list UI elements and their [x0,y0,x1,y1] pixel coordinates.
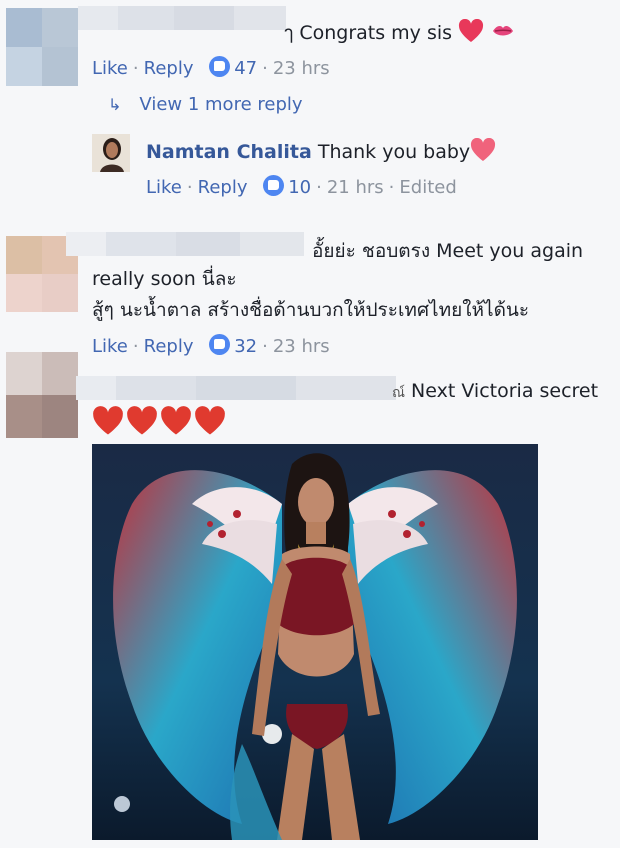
reply-text: Namtan Chalita Thank you baby [146,138,496,165]
comment-text-line: อั้ยย่ะ ชอบตรง Meet you again [312,240,584,262]
heart-icon [160,406,192,436]
attached-photo[interactable] [92,444,538,840]
avatar[interactable] [6,8,78,86]
heart-icon [458,19,484,43]
heart-icon [126,406,158,436]
timestamp[interactable]: 23 hrs [273,336,330,357]
like-thumb-icon[interactable] [209,56,231,77]
reply-link[interactable]: Reply [198,177,248,198]
like-count[interactable]: 47 [234,58,257,79]
like-link[interactable]: Like [92,58,128,79]
kiss-icon [490,19,516,43]
like-link[interactable]: Like [146,177,182,198]
avatar[interactable] [6,352,78,438]
timestamp[interactable]: 21 hrs [327,177,384,198]
reply-link[interactable]: Reply [144,58,194,79]
hearts-row [92,406,226,436]
edited-label[interactable]: Edited [399,177,456,198]
heart-icon [470,138,496,162]
comment-text-line: สู้ๆ นะน้ำตาล สร้างชื่อด้านบวกให้ประเทศไ… [92,299,530,321]
reply-avatar[interactable] [92,134,130,172]
comment-actions: Like · Reply 47 · 23 hrs [92,56,330,79]
heart-icon [194,406,226,436]
like-count[interactable]: 10 [288,177,311,198]
timestamp[interactable]: 23 hrs [273,58,330,79]
author-name[interactable]: Namtan Chalita [146,141,312,163]
comment-text: ๅ Congrats my sis [284,19,516,46]
like-link[interactable]: Like [92,336,128,357]
comment-text: ณ์ Next Victoria secret [392,380,599,402]
view-more-replies[interactable]: ↳ View 1 more reply [108,94,303,115]
commenter-name-redacted [66,232,304,256]
like-thumb-icon[interactable] [263,175,285,196]
commenter-name-redacted [76,376,396,400]
reply-link[interactable]: Reply [144,336,194,357]
comment-actions: Like · Reply 32 · 23 hrs [92,334,330,357]
commenter-name-redacted [78,6,286,30]
reply-actions: Like · Reply 10 · 21 hrs · Edited [146,175,457,198]
reply-arrow-icon: ↳ [108,95,122,114]
like-thumb-icon[interactable] [209,334,231,355]
comment-text-line: really soon นี่ละ [92,268,237,290]
like-count[interactable]: 32 [234,336,257,357]
heart-icon [92,406,124,436]
